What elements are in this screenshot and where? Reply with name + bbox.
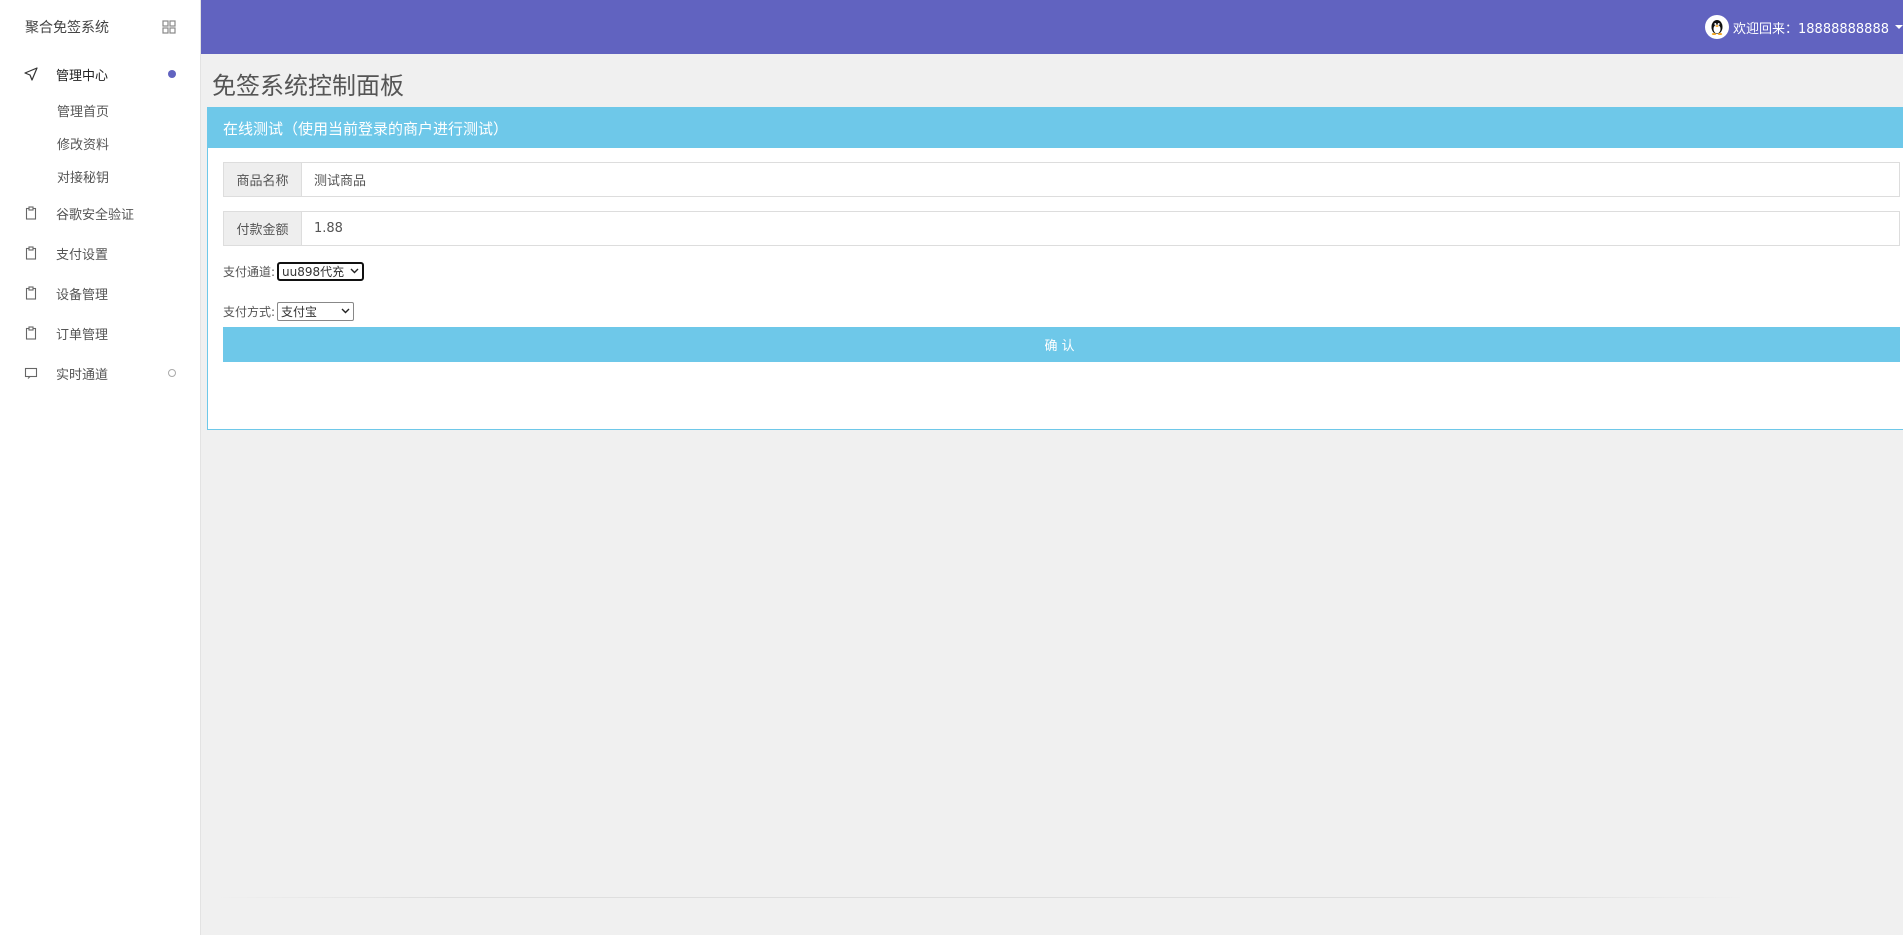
clipboard-icon: [24, 286, 38, 300]
product-name-group: 商品名称: [223, 162, 1900, 197]
brand-name: 聚合免签系统: [25, 20, 109, 36]
clipboard-icon: [24, 326, 38, 340]
sidebar-item-label: 谷歌安全验证: [56, 207, 135, 223]
send-icon: [24, 67, 38, 81]
page-title: 免签系统控制面板: [212, 72, 404, 100]
sidebar-item-device-management[interactable]: 设备管理: [0, 273, 200, 313]
method-select[interactable]: 支付宝: [277, 301, 355, 321]
sidebar-item-order-management[interactable]: 订单管理: [0, 313, 200, 353]
chevron-down-icon: [340, 306, 350, 316]
chevron-down-icon: [349, 266, 359, 276]
confirm-button[interactable]: 确认: [223, 327, 1900, 362]
panel-heading: 在线测试（使用当前登录的商户进行测试）: [208, 108, 1903, 148]
panel-body: 商品名称 付款金额 支付通道: uu898代充 支付方式: 支: [208, 148, 1903, 362]
clipboard-icon: [24, 246, 38, 260]
main-content: 免签系统控制面板 在线测试（使用当前登录的商户进行测试） 商品名称 付款金额 支…: [201, 54, 1903, 935]
method-selected-value: 支付宝: [281, 304, 318, 319]
channel-label: 支付通道:: [223, 264, 276, 279]
active-dot-icon: [168, 70, 176, 78]
sidebar-item-label: 订单管理: [56, 327, 109, 343]
amount-group: 付款金额: [223, 211, 1900, 246]
sidebar-item-admin-home[interactable]: 管理首页: [0, 94, 200, 127]
top-header: 欢迎回来：18888888888: [201, 0, 1903, 54]
sidebar-item-payment-settings[interactable]: 支付设置: [0, 233, 200, 273]
sidebar-item-label: 实时通道: [56, 367, 109, 383]
penguin-icon: [1711, 20, 1723, 35]
sidebar-item-management-center[interactable]: 管理中心: [0, 54, 200, 94]
sidebar-item-label: 支付设置: [56, 247, 109, 263]
channel-row: 支付通道: uu898代充: [223, 260, 1903, 282]
sidebar-item-api-key[interactable]: 对接秘钥: [0, 160, 200, 193]
product-name-label: 商品名称: [223, 162, 301, 197]
amount-label: 付款金额: [223, 211, 301, 246]
channel-selected-value: uu898代充: [282, 264, 345, 279]
sidebar-item-label: 设备管理: [56, 287, 109, 303]
user-menu[interactable]: 欢迎回来：18888888888: [1705, 15, 1903, 39]
method-row: 支付方式: 支付宝: [223, 300, 1903, 322]
footer-divider: [213, 897, 1748, 898]
sidebar: 聚合免签系统 管理中心 管理首页 修改资料 对接秘钥 谷歌安全验证 支付设置 设…: [0, 0, 201, 935]
sidebar-submenu: 管理首页 修改资料 对接秘钥: [0, 94, 200, 193]
grid-icon[interactable]: [162, 20, 176, 34]
method-label: 支付方式:: [223, 304, 276, 319]
product-name-input[interactable]: [301, 162, 1900, 197]
amount-input[interactable]: [301, 211, 1900, 246]
welcome-text: 欢迎回来：18888888888: [1733, 21, 1889, 37]
avatar: [1705, 15, 1730, 39]
sidebar-item-edit-profile[interactable]: 修改资料: [0, 127, 200, 160]
channel-select[interactable]: uu898代充: [277, 261, 365, 281]
monitor-icon: [24, 366, 38, 380]
clipboard-icon: [24, 206, 38, 220]
sidebar-item-label: 管理中心: [56, 68, 109, 84]
sidebar-item-realtime-channel[interactable]: 实时通道: [0, 353, 200, 393]
sidebar-item-google-auth[interactable]: 谷歌安全验证: [0, 193, 200, 233]
caret-down-icon: [1895, 25, 1903, 29]
sidebar-nav: 管理中心 管理首页 修改资料 对接秘钥 谷歌安全验证 支付设置 设备管理 订单管…: [0, 54, 200, 393]
brand: 聚合免签系统: [0, 0, 200, 54]
online-test-panel: 在线测试（使用当前登录的商户进行测试） 商品名称 付款金额 支付通道: uu89…: [207, 107, 1903, 430]
inactive-dot-icon: [168, 369, 176, 377]
